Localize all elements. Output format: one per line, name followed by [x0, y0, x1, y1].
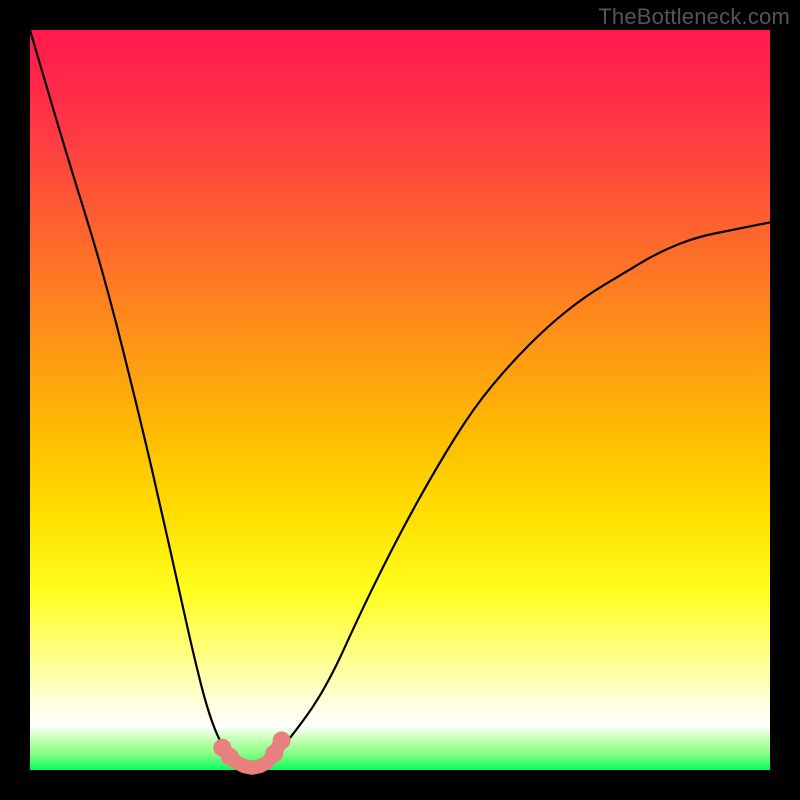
bottleneck-curve: [30, 30, 770, 768]
highlight-dot: [265, 745, 283, 763]
highlight-dot: [221, 748, 239, 766]
plot-area: [30, 30, 770, 770]
watermark-text: TheBottleneck.com: [598, 4, 790, 30]
chart-canvas: TheBottleneck.com: [0, 0, 800, 800]
curve-svg: [30, 30, 770, 770]
highlight-dots: [213, 731, 290, 765]
